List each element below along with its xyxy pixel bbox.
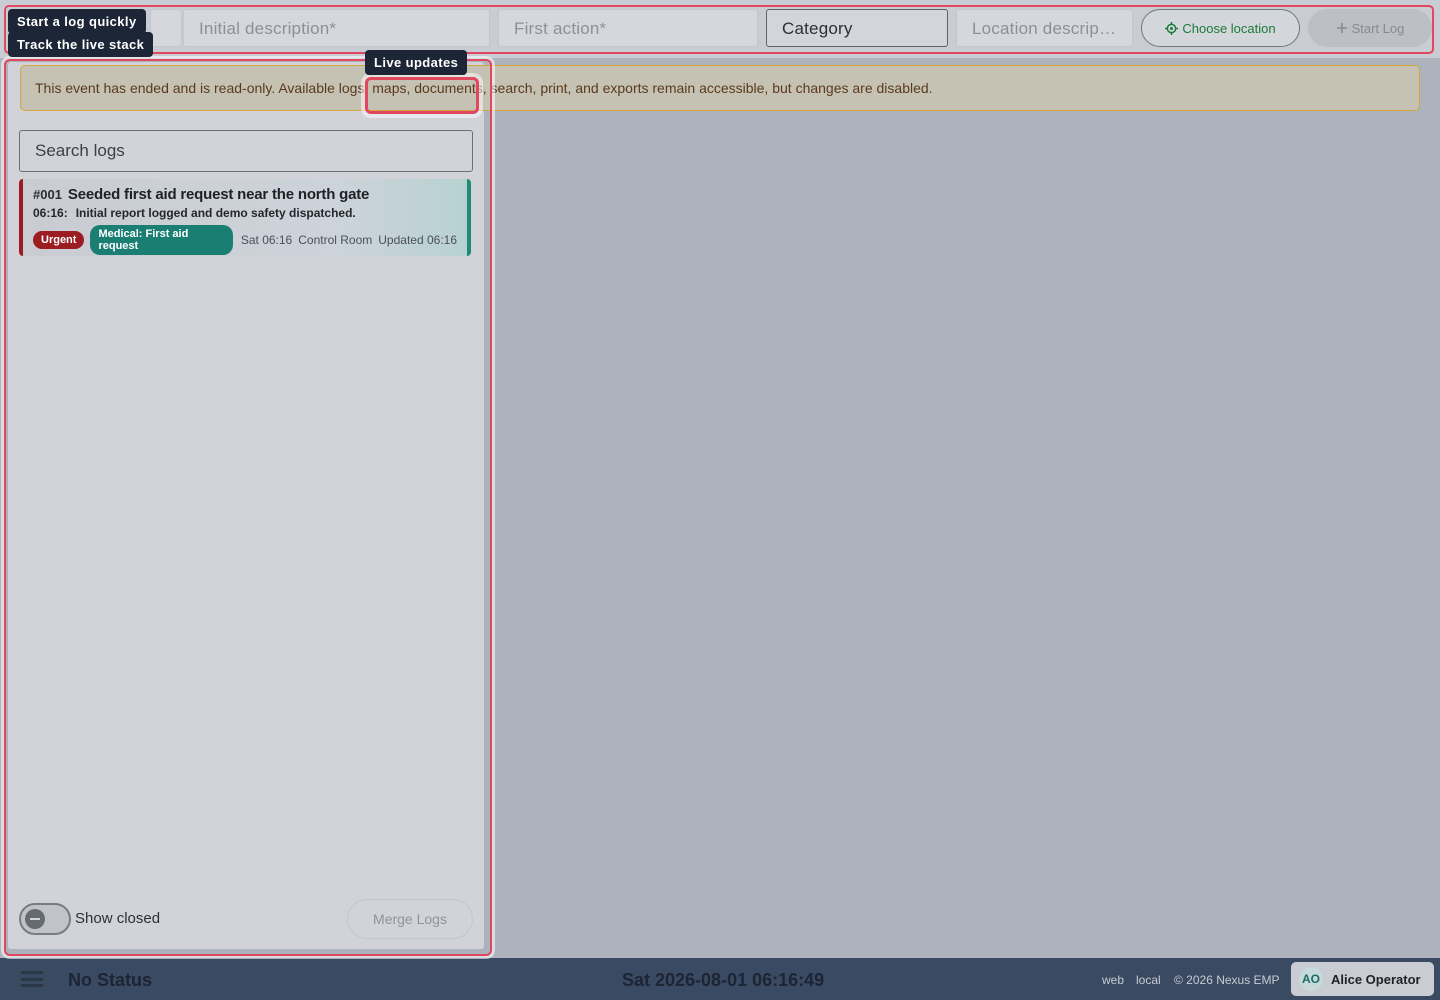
log-summary: Initial report logged and demo safety di… bbox=[75, 206, 356, 220]
show-closed-label: Show closed bbox=[75, 910, 161, 927]
category-badge: Medical: First aid request bbox=[90, 225, 233, 255]
avatar: AO bbox=[1299, 967, 1323, 991]
user-name: Alice Operator bbox=[1331, 971, 1421, 987]
log-title: Seeded first aid request near the north … bbox=[67, 186, 370, 203]
tooltip-start-log: Start a log quickly bbox=[8, 9, 146, 34]
merge-logs-button[interactable]: Merge Logs bbox=[347, 899, 473, 939]
tooltip-live-stack: Track the live stack bbox=[8, 32, 154, 57]
log-date: Sat 06:16 bbox=[240, 233, 293, 247]
log-entry-toolbar: Initial description* First action* Categ… bbox=[0, 0, 1440, 58]
search-logs-input[interactable]: Search logs bbox=[19, 130, 473, 172]
datetime-clock: Sat 2026-08-01 06:16:49 bbox=[622, 970, 825, 990]
log-location: Control Room bbox=[298, 233, 373, 247]
copyright: © 2026 Nexus EMP bbox=[1174, 973, 1280, 987]
log-card[interactable]: #001 Seeded first aid request near the n… bbox=[19, 179, 471, 256]
log-updated: Updated 06:16 bbox=[378, 233, 457, 247]
platform-label: web bbox=[1102, 973, 1125, 987]
priority-badge: Urgent bbox=[33, 231, 85, 249]
show-closed-toggle[interactable] bbox=[19, 903, 71, 935]
toggle-knob bbox=[25, 909, 45, 929]
user-menu-button[interactable]: AO Alice Operator bbox=[1291, 962, 1434, 996]
log-number: #001 bbox=[33, 187, 62, 202]
status-footer: No Status Sat 2026-08-01 06:16:49 web lo… bbox=[0, 958, 1440, 1000]
event-status: No Status bbox=[68, 970, 153, 990]
log-time: 06:16: bbox=[33, 206, 68, 220]
read-only-banner: This event has ended and is read-only. A… bbox=[20, 65, 1420, 111]
menu-icon[interactable] bbox=[21, 971, 43, 987]
tooltip-live-updates: Live updates bbox=[365, 50, 468, 75]
tour-highlight-toolbar bbox=[4, 5, 1434, 54]
environment-label: local bbox=[1136, 973, 1161, 987]
